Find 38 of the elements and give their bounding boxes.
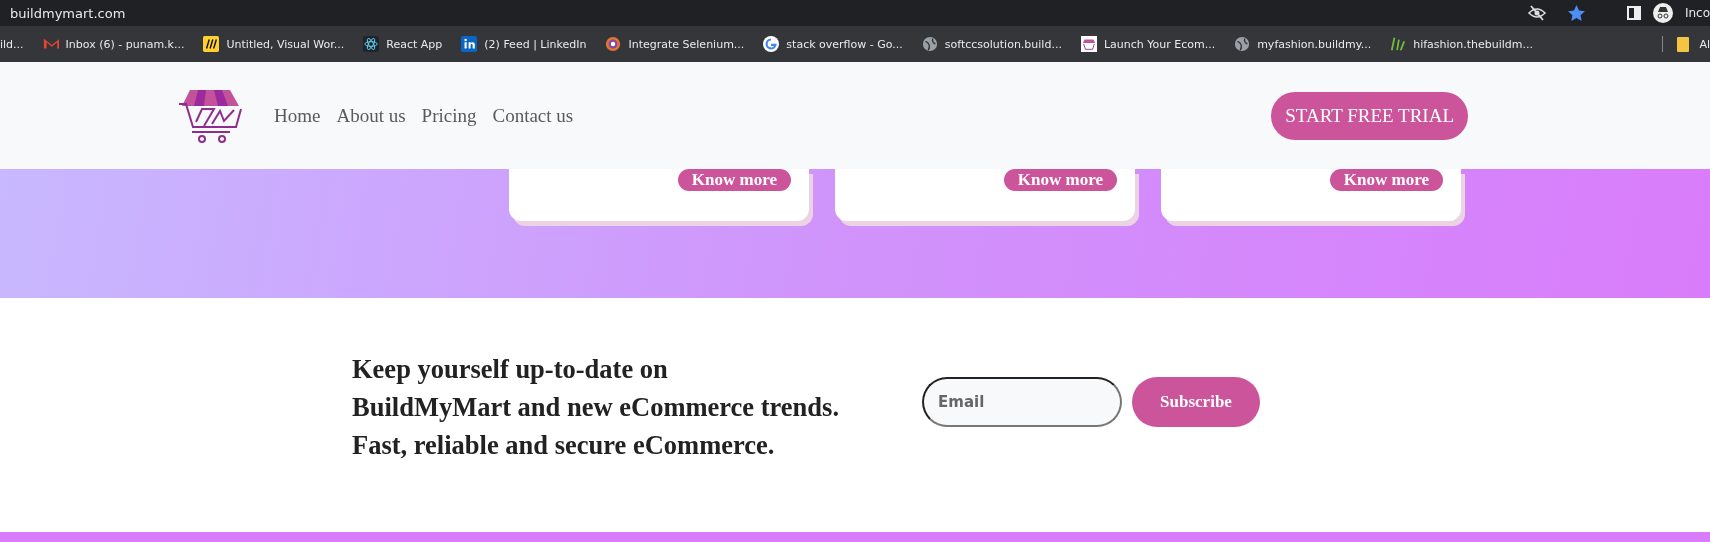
nav-link[interactable]: Home <box>274 104 321 127</box>
star-icon[interactable] <box>1567 5 1585 21</box>
subscribe-button[interactable]: Subscribe <box>1132 377 1260 427</box>
eye-slash-icon[interactable] <box>1527 5 1546 21</box>
know-more-button[interactable]: Know more <box>1329 169 1443 191</box>
side-panel-icon[interactable] <box>1626 6 1641 20</box>
linkedin-icon[interactable] <box>461 36 478 52</box>
bookmark-link[interactable]: Inbox (6) - punam.k... <box>65 37 185 51</box>
bookmark-link[interactable]: React App <box>386 37 443 51</box>
atom-icon[interactable] <box>363 36 380 52</box>
profile-label[interactable]: Inco <box>1684 6 1710 20</box>
email-field[interactable]: Email <box>922 377 1122 427</box>
g-icon[interactable] <box>763 36 780 52</box>
know-more-button[interactable]: Know more <box>677 169 791 191</box>
bookmark-link[interactable]: softccsolution.build... <box>944 37 1062 51</box>
shop-icon[interactable] <box>1080 36 1097 52</box>
bookmark-link[interactable]: myfashion.buildmy... <box>1257 37 1372 51</box>
address-text[interactable]: buildmymart.com <box>10 5 126 21</box>
incognito-icon[interactable] <box>1652 3 1673 23</box>
nav-link[interactable]: About us <box>336 104 406 127</box>
board-icon[interactable] <box>203 36 220 52</box>
bookmark-link[interactable]: Integrate Selenium... <box>628 37 745 51</box>
know-more-button[interactable]: Know more <box>1003 169 1117 191</box>
bookmark-link[interactable]: Untitled, Visual Wor... <box>226 37 345 51</box>
bookmark-link[interactable]: ild... <box>0 37 24 51</box>
newsletter-text: Keep yourself up-to-date on <box>352 353 669 386</box>
start-trial-button[interactable]: START FREE TRIAL <box>1271 91 1468 140</box>
bookmark-link[interactable]: Launch Your Ecom... <box>1103 37 1216 51</box>
ring-icon[interactable] <box>605 36 622 52</box>
nav-link[interactable]: Pricing <box>421 104 477 127</box>
nav-link[interactable]: Contact us <box>492 104 574 127</box>
bookmark-link[interactable]: hifashion.thebuildm... <box>1413 37 1534 51</box>
bookmark-link[interactable]: Al <box>1699 37 1710 51</box>
bookmark-link[interactable]: stack overflow - Go... <box>786 37 903 51</box>
folder-icon[interactable] <box>1677 36 1690 52</box>
newsletter-text: Fast, reliable and secure eCommerce. <box>352 429 776 462</box>
newsletter-text: BuildMyMart and new eCommerce trends. <box>352 391 840 424</box>
bookmark-link[interactable]: (2) Feed | LinkedIn <box>484 37 587 51</box>
